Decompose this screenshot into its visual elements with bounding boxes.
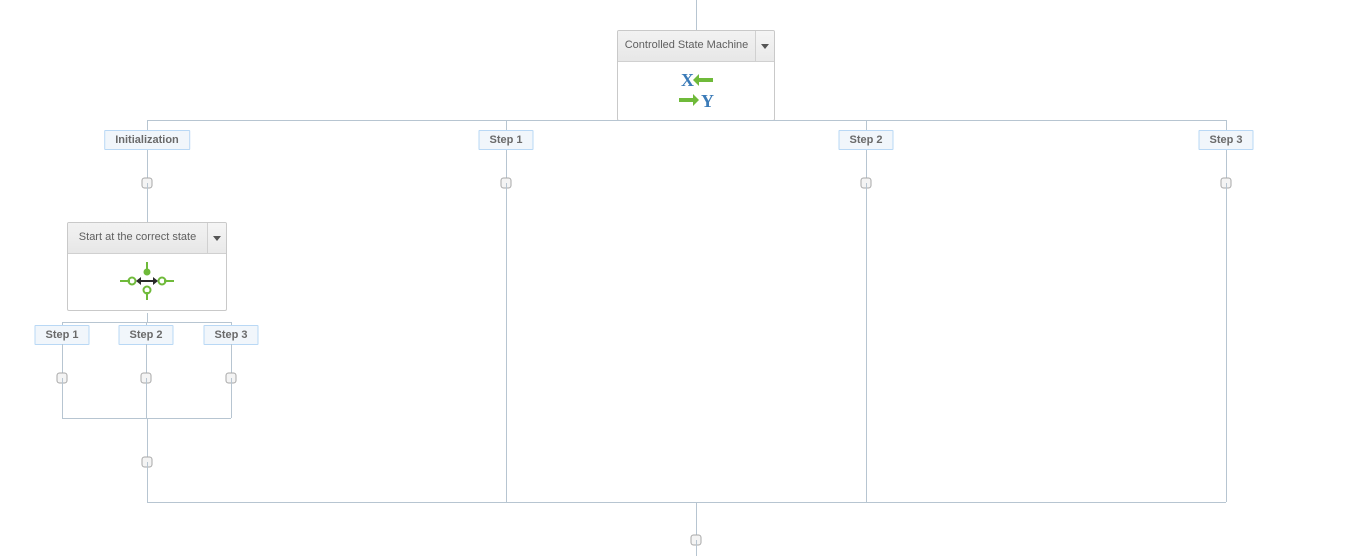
branch-label-initialization[interactable]: Initialization <box>104 130 190 150</box>
connector-sub-leg-2 <box>231 378 232 418</box>
connector-col-3 <box>1226 183 1227 502</box>
sub-branch-label-step-3[interactable]: Step 3 <box>203 325 258 345</box>
branch-label-step-2[interactable]: Step 2 <box>838 130 893 150</box>
state-machine-icon: X Y <box>671 70 721 110</box>
node-title: Start at the correct state <box>68 223 207 253</box>
connector-sub-leg-0 <box>62 378 63 418</box>
connector-col-1 <box>506 183 507 502</box>
node-controlled-state-machine[interactable]: Controlled State Machine X <box>617 30 775 121</box>
node-start-at-correct-state[interactable]: Start at the correct state <box>67 222 227 311</box>
connector-bottom-hbar <box>147 502 1226 503</box>
branch-label-step-3[interactable]: Step 3 <box>1198 130 1253 150</box>
connector-sub-stem <box>147 313 148 322</box>
chevron-down-icon <box>213 236 221 241</box>
branch-label-step-1[interactable]: Step 1 <box>478 130 533 150</box>
node-menu-button[interactable] <box>207 223 226 253</box>
svg-text:X: X <box>681 70 694 90</box>
connector-sub-leg-1 <box>146 378 147 418</box>
connector-col-2 <box>866 183 867 502</box>
connector-sub-merge-stem <box>147 418 148 462</box>
sub-branch-label-step-1[interactable]: Step 1 <box>34 325 89 345</box>
connector-main-hbar <box>147 120 1226 121</box>
node-title: Controlled State Machine <box>618 31 755 61</box>
svg-text:Y: Y <box>701 91 714 110</box>
connector-col-0-top <box>147 183 148 222</box>
connector-col-0-bottom <box>147 462 148 502</box>
chevron-down-icon <box>761 44 769 49</box>
connector-entry <box>696 0 697 30</box>
switch-icon <box>120 262 174 300</box>
sub-branch-label-step-2[interactable]: Step 2 <box>118 325 173 345</box>
connector-exit <box>696 540 697 556</box>
node-menu-button[interactable] <box>755 31 774 61</box>
